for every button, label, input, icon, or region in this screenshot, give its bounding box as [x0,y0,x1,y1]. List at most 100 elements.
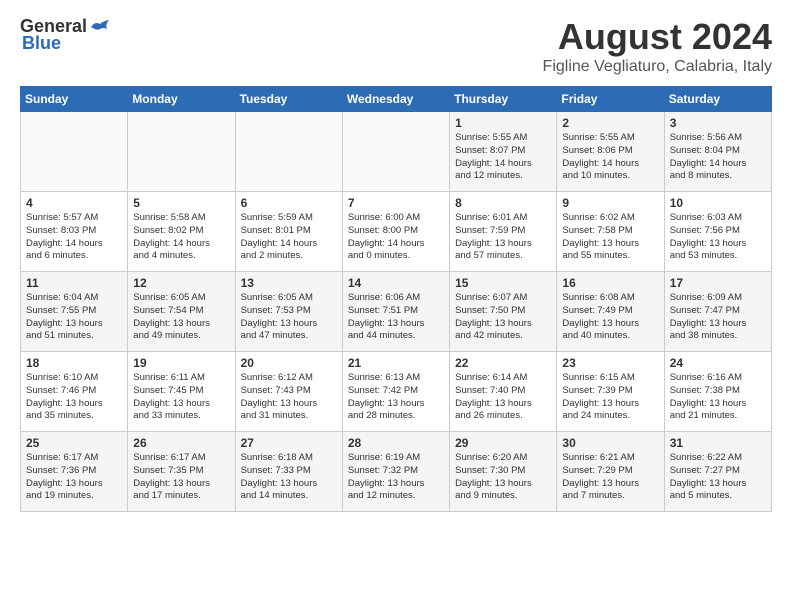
day-number: 10 [670,196,766,210]
day-info: Sunrise: 5:55 AM Sunset: 8:07 PM Dayligh… [455,132,551,183]
day-info: Sunrise: 6:03 AM Sunset: 7:56 PM Dayligh… [670,212,766,263]
day-info: Sunrise: 5:58 AM Sunset: 8:02 PM Dayligh… [133,212,229,263]
calendar-cell: 12 Sunrise: 6:05 AM Sunset: 7:54 PM Dayli… [128,272,235,352]
day-info: Sunrise: 6:05 AM Sunset: 7:53 PM Dayligh… [241,292,337,343]
day-info: Sunrise: 6:18 AM Sunset: 7:33 PM Dayligh… [241,452,337,503]
day-number: 25 [26,436,122,450]
calendar-cell: 29 Sunrise: 6:20 AM Sunset: 7:30 PM Dayli… [450,432,557,512]
day-number: 20 [241,356,337,370]
day-number: 4 [26,196,122,210]
day-number: 11 [26,276,122,290]
col-header-saturday: Saturday [664,87,771,112]
calendar-cell: 3 Sunrise: 5:56 AM Sunset: 8:04 PM Daylig… [664,112,771,192]
month-year-title: August 2024 [543,16,772,58]
week-row-4: 18Sunrise: 6:10 AM Sunset: 7:46 PM Dayli… [21,352,772,432]
day-info: Sunrise: 6:08 AM Sunset: 7:49 PM Dayligh… [562,292,658,343]
calendar-cell: 6Sunrise: 5:59 AM Sunset: 8:01 PM Daylig… [235,192,342,272]
day-info: Sunrise: 6:06 AM Sunset: 7:51 PM Dayligh… [348,292,444,343]
week-row-2: 4 Sunrise: 5:57 AM Sunset: 8:03 PM Daylig… [21,192,772,272]
day-number: 19 [133,356,229,370]
col-header-sunday: Sunday [21,87,128,112]
day-info: Sunrise: 5:55 AM Sunset: 8:06 PM Dayligh… [562,132,658,183]
day-info: Sunrise: 6:17 AM Sunset: 7:35 PM Dayligh… [133,452,229,503]
calendar-cell: 19 Sunrise: 6:11 AM Sunset: 7:45 PM Dayli… [128,352,235,432]
day-info: Sunrise: 6:19 AM Sunset: 7:32 PM Dayligh… [348,452,444,503]
logo-blue: Blue [22,33,61,54]
calendar-cell: 5 Sunrise: 5:58 AM Sunset: 8:02 PM Daylig… [128,192,235,272]
calendar-cell: 26 Sunrise: 6:17 AM Sunset: 7:35 PM Dayli… [128,432,235,512]
calendar-cell [21,112,128,192]
day-info: Sunrise: 5:56 AM Sunset: 8:04 PM Dayligh… [670,132,766,183]
calendar-cell: 1 Sunrise: 5:55 AM Sunset: 8:07 PM Daylig… [450,112,557,192]
calendar-cell: 21Sunrise: 6:13 AM Sunset: 7:42 PM Dayli… [342,352,449,432]
calendar-cell: 25 Sunrise: 6:17 AM Sunset: 7:36 PM Dayli… [21,432,128,512]
day-info: Sunrise: 5:57 AM Sunset: 8:03 PM Dayligh… [26,212,122,263]
day-number: 15 [455,276,551,290]
calendar-cell: 24Sunrise: 6:16 AM Sunset: 7:38 PM Dayli… [664,352,771,432]
calendar-cell [235,112,342,192]
header-row: SundayMondayTuesdayWednesdayThursdayFrid… [21,87,772,112]
day-info: Sunrise: 6:00 AM Sunset: 8:00 PM Dayligh… [348,212,444,263]
calendar-cell: 15Sunrise: 6:07 AM Sunset: 7:50 PM Dayli… [450,272,557,352]
day-number: 14 [348,276,444,290]
day-number: 29 [455,436,551,450]
calendar-cell: 8 Sunrise: 6:01 AM Sunset: 7:59 PM Daylig… [450,192,557,272]
day-number: 23 [562,356,658,370]
day-number: 31 [670,436,766,450]
week-row-3: 11 Sunrise: 6:04 AM Sunset: 7:55 PM Dayli… [21,272,772,352]
calendar-cell: 17Sunrise: 6:09 AM Sunset: 7:47 PM Dayli… [664,272,771,352]
day-number: 12 [133,276,229,290]
day-info: Sunrise: 6:20 AM Sunset: 7:30 PM Dayligh… [455,452,551,503]
calendar-cell: 11 Sunrise: 6:04 AM Sunset: 7:55 PM Dayli… [21,272,128,352]
calendar-cell: 13Sunrise: 6:05 AM Sunset: 7:53 PM Dayli… [235,272,342,352]
day-number: 3 [670,116,766,130]
calendar-cell: 20 Sunrise: 6:12 AM Sunset: 7:43 PM Dayli… [235,352,342,432]
day-number: 28 [348,436,444,450]
title-section: August 2024 Figline Vegliaturo, Calabria… [543,16,772,76]
location-subtitle: Figline Vegliaturo, Calabria, Italy [543,58,772,76]
day-number: 27 [241,436,337,450]
calendar-cell: 18Sunrise: 6:10 AM Sunset: 7:46 PM Dayli… [21,352,128,432]
calendar-cell: 23Sunrise: 6:15 AM Sunset: 7:39 PM Dayli… [557,352,664,432]
day-info: Sunrise: 6:16 AM Sunset: 7:38 PM Dayligh… [670,372,766,423]
day-info: Sunrise: 6:11 AM Sunset: 7:45 PM Dayligh… [133,372,229,423]
day-number: 1 [455,116,551,130]
week-row-1: 1 Sunrise: 5:55 AM Sunset: 8:07 PM Daylig… [21,112,772,192]
day-number: 7 [348,196,444,210]
calendar-table: SundayMondayTuesdayWednesdayThursdayFrid… [20,86,772,512]
calendar-cell: 14 Sunrise: 6:06 AM Sunset: 7:51 PM Dayli… [342,272,449,352]
day-number: 2 [562,116,658,130]
logo-bird-icon [89,19,111,35]
calendar-cell: 9Sunrise: 6:02 AM Sunset: 7:58 PM Daylig… [557,192,664,272]
day-info: Sunrise: 6:21 AM Sunset: 7:29 PM Dayligh… [562,452,658,503]
calendar-cell [128,112,235,192]
day-number: 8 [455,196,551,210]
day-number: 22 [455,356,551,370]
day-info: Sunrise: 6:17 AM Sunset: 7:36 PM Dayligh… [26,452,122,503]
col-header-friday: Friday [557,87,664,112]
col-header-monday: Monday [128,87,235,112]
day-info: Sunrise: 6:01 AM Sunset: 7:59 PM Dayligh… [455,212,551,263]
calendar-cell [342,112,449,192]
calendar-cell: 27 Sunrise: 6:18 AM Sunset: 7:33 PM Dayli… [235,432,342,512]
calendar-cell: 30 Sunrise: 6:21 AM Sunset: 7:29 PM Dayli… [557,432,664,512]
day-info: Sunrise: 6:02 AM Sunset: 7:58 PM Dayligh… [562,212,658,263]
day-number: 30 [562,436,658,450]
col-header-thursday: Thursday [450,87,557,112]
day-number: 16 [562,276,658,290]
day-number: 6 [241,196,337,210]
day-info: Sunrise: 6:05 AM Sunset: 7:54 PM Dayligh… [133,292,229,343]
calendar-cell: 31Sunrise: 6:22 AM Sunset: 7:27 PM Dayli… [664,432,771,512]
day-number: 17 [670,276,766,290]
calendar-cell: 7 Sunrise: 6:00 AM Sunset: 8:00 PM Daylig… [342,192,449,272]
calendar-cell: 28 Sunrise: 6:19 AM Sunset: 7:32 PM Dayli… [342,432,449,512]
calendar-cell: 4 Sunrise: 5:57 AM Sunset: 8:03 PM Daylig… [21,192,128,272]
day-number: 26 [133,436,229,450]
calendar-cell: 22Sunrise: 6:14 AM Sunset: 7:40 PM Dayli… [450,352,557,432]
day-info: Sunrise: 6:12 AM Sunset: 7:43 PM Dayligh… [241,372,337,423]
week-row-5: 25 Sunrise: 6:17 AM Sunset: 7:36 PM Dayli… [21,432,772,512]
day-info: Sunrise: 6:04 AM Sunset: 7:55 PM Dayligh… [26,292,122,343]
col-header-tuesday: Tuesday [235,87,342,112]
day-number: 5 [133,196,229,210]
day-info: Sunrise: 6:10 AM Sunset: 7:46 PM Dayligh… [26,372,122,423]
